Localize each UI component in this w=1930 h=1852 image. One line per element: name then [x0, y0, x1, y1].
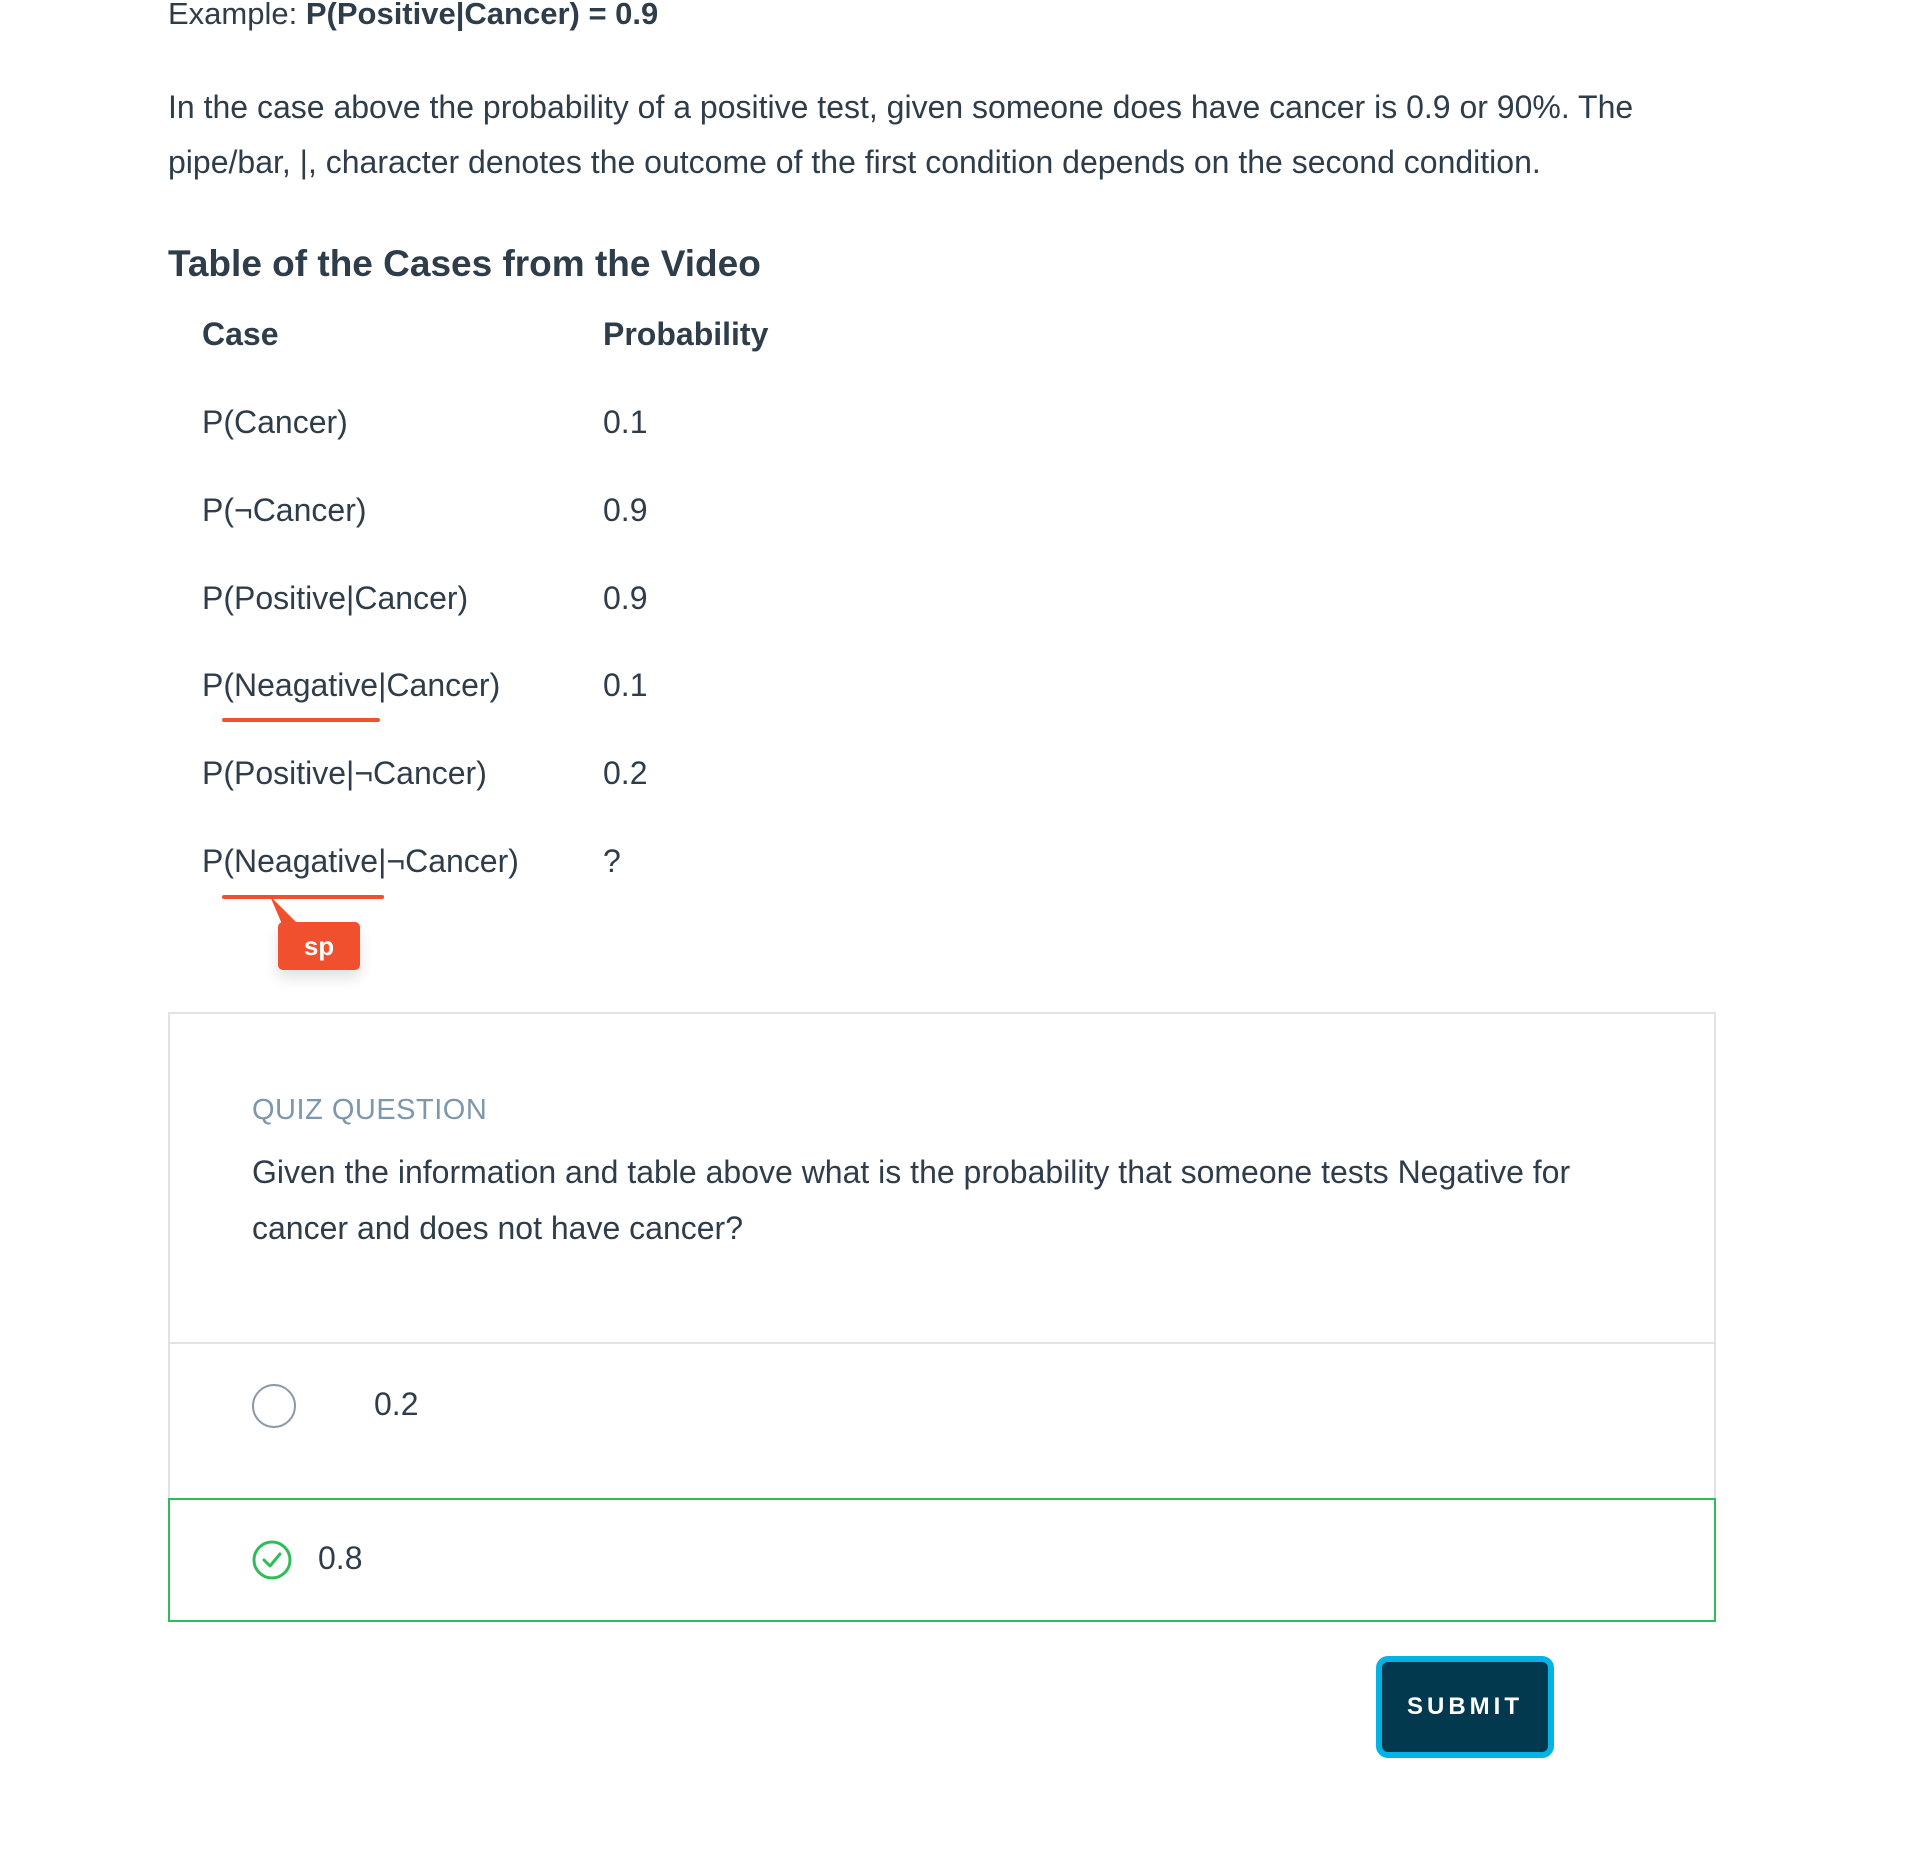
- table-header-probability: Probability: [603, 316, 769, 352]
- check-circle-icon[interactable]: [252, 1540, 292, 1580]
- table-cell-probability: 0.9: [603, 580, 648, 616]
- explanation-paragraph: In the case above the probability of a p…: [168, 89, 1634, 180]
- table-cell-probability: 0.9: [603, 492, 648, 528]
- example-formula: P(Positive|Cancer) = 0.9: [305, 0, 659, 31]
- quiz-card: QUIZ QUESTION Given the information and …: [168, 1012, 1716, 1622]
- spellcheck-underline[interactable]: [222, 718, 380, 722]
- example-line: Example: P(Positive|Cancer) = 0.9: [168, 0, 658, 34]
- table-cell-probability: 0.1: [603, 404, 648, 440]
- spellcheck-badge[interactable]: sp: [278, 922, 360, 970]
- table-cell-case: P(Neagative|¬Cancer): [202, 843, 519, 879]
- table-cell-probability: 0.1: [603, 667, 648, 703]
- quiz-label: QUIZ QUESTION: [252, 1094, 488, 1126]
- table-cell-case: P(¬Cancer): [202, 492, 367, 528]
- option-label: 0.2: [374, 1386, 419, 1422]
- table-cell-case: P(Cancer): [202, 404, 348, 440]
- example-prefix: Example:: [168, 0, 306, 31]
- submit-button[interactable]: SUBMIT: [1376, 1656, 1554, 1758]
- section-title: Table of the Cases from the Video: [168, 243, 761, 284]
- table-cell-case: P(Positive|Cancer): [202, 580, 469, 616]
- table-cell-case: P(Positive|¬Cancer): [202, 755, 487, 791]
- quiz-question: Given the information and table above wh…: [252, 1154, 1571, 1246]
- table-header-case: Case: [202, 316, 279, 352]
- page: Example: P(Positive|Cancer) = 0.9 In the…: [0, 0, 1930, 1852]
- table-cell-probability: 0.2: [603, 755, 648, 791]
- table-cell-probability: ?: [603, 843, 621, 879]
- option-label: 0.8: [318, 1540, 363, 1576]
- radio-button-icon[interactable]: [252, 1384, 296, 1428]
- table-cell-case: P(Neagative|Cancer): [202, 667, 501, 703]
- quiz-option[interactable]: 0.2: [170, 1344, 1714, 1498]
- quiz-option-selected[interactable]: 0.8: [168, 1498, 1716, 1622]
